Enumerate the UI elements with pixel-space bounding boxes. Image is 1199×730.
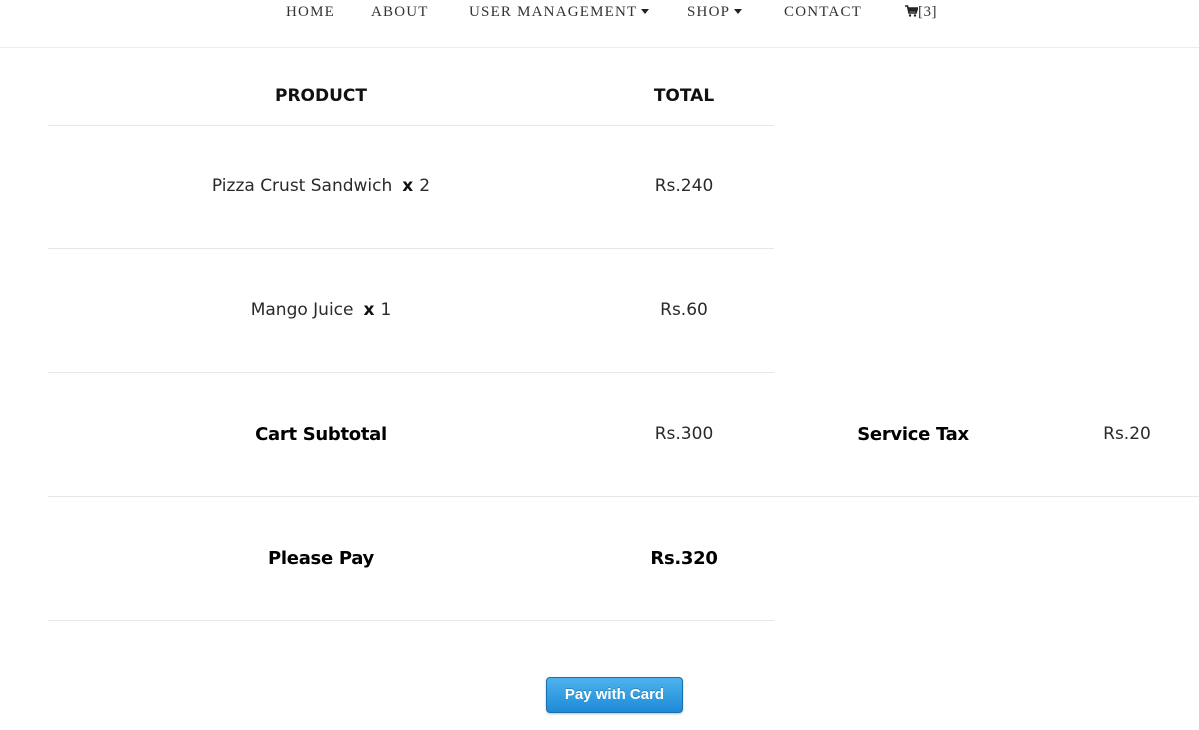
cart-item-total: Rs.60 xyxy=(660,300,708,320)
quantity-multiplier: x xyxy=(402,176,414,196)
service-tax-value: Rs.20 xyxy=(1103,424,1151,444)
item-name: Pizza Crust Sandwich xyxy=(211,176,393,196)
item-name: Mango Juice xyxy=(250,300,354,320)
please-pay-amount: Rs.320 xyxy=(650,548,718,569)
nav-user-management-dropdown[interactable]: USER MANAGEMENT xyxy=(469,4,650,21)
quantity-multiplier: x xyxy=(363,300,375,320)
service-tax-label: Service Tax xyxy=(857,424,969,445)
cart-item-total: Rs.240 xyxy=(654,176,714,196)
please-pay-label: Please Pay xyxy=(268,548,374,569)
cart-item-name: Mango Juice x 1 xyxy=(251,300,392,320)
row-divider xyxy=(48,372,774,373)
caret-down-icon xyxy=(734,9,743,14)
product-column-header: PRODUCT xyxy=(275,86,367,106)
top-navbar: HOME ABOUT USER MANAGEMENT SHOP CONTACT … xyxy=(0,0,1199,48)
nav-contact-link[interactable]: CONTACT xyxy=(784,4,862,21)
nav-user-management-label: USER MANAGEMENT xyxy=(469,4,638,20)
pay-with-card-button[interactable]: Pay with Card xyxy=(546,677,683,713)
nav-shop-dropdown[interactable]: SHOP xyxy=(687,4,743,21)
cart-icon xyxy=(905,5,919,22)
nav-about-link[interactable]: ABOUT xyxy=(371,4,429,21)
row-divider xyxy=(48,125,774,126)
nav-shop-label: SHOP xyxy=(687,4,731,20)
cart-subtotal-value: Rs.300 xyxy=(654,424,714,444)
nav-home-link[interactable]: HOME xyxy=(286,4,335,21)
row-divider xyxy=(48,496,1199,497)
cart-count: [3] xyxy=(918,4,937,20)
total-column-header: TOTAL xyxy=(653,86,715,106)
nav-cart-link[interactable]: [3] xyxy=(905,4,937,22)
cart-item-name: Pizza Crust Sandwich x 2 xyxy=(212,176,430,196)
caret-down-icon xyxy=(641,9,650,14)
row-divider xyxy=(48,248,774,249)
row-divider xyxy=(48,620,774,621)
item-quantity: 1 xyxy=(380,300,392,320)
item-quantity: 2 xyxy=(419,176,431,196)
cart-subtotal-label: Cart Subtotal xyxy=(255,424,387,445)
